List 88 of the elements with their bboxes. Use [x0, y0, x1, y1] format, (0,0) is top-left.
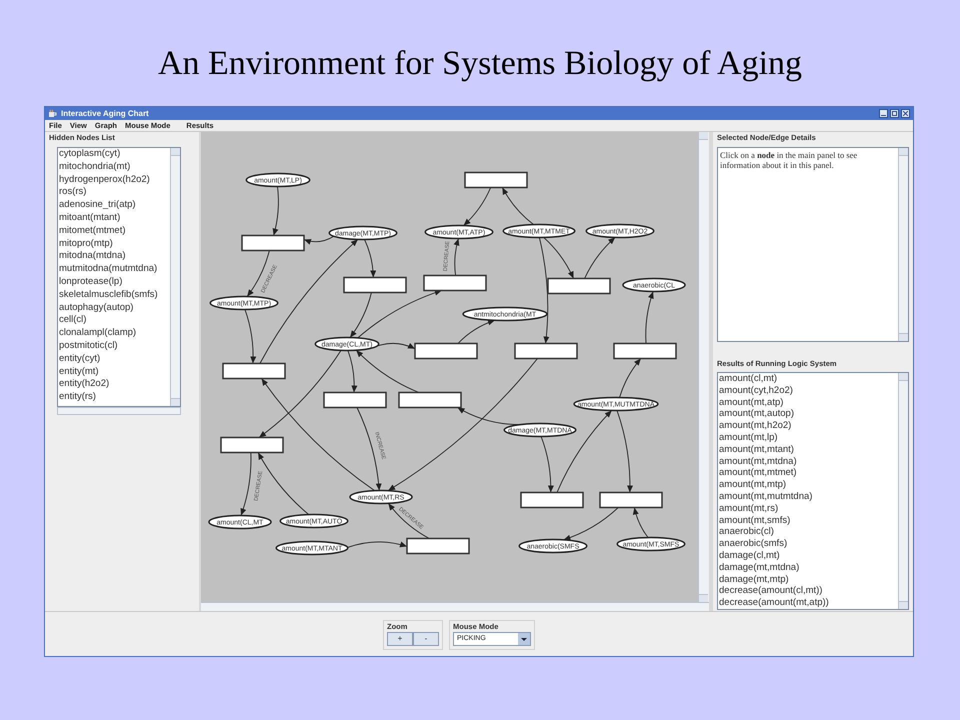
list-item[interactable]: adenosine_tri(atp) [58, 199, 170, 212]
list-item[interactable]: mitoant(mtant) [58, 212, 170, 225]
edge-arrow [454, 238, 460, 276]
list-item[interactable]: ros(rs) [58, 186, 170, 200]
list-item[interactable]: entity(cyt) [58, 352, 170, 366]
list-item[interactable]: cytoplasm(cyt) [58, 148, 170, 161]
edge-arrow [619, 358, 642, 398]
graph-node[interactable] [222, 362, 286, 380]
result-item[interactable]: damage(mt,mtdna) [718, 562, 898, 574]
graph-node[interactable] [220, 436, 284, 454]
slide-title: An Environment for Systems Biology of Aging [158, 44, 802, 84]
graph-node[interactable] [398, 392, 462, 408]
minimize-button[interactable] [879, 109, 888, 118]
scrollbar[interactable] [898, 373, 908, 609]
list-item[interactable]: lonprotease(lp) [58, 276, 170, 289]
zoom-out-button[interactable]: - [413, 632, 439, 646]
list-item[interactable]: autophagy(autop) [58, 302, 170, 314]
scrollbar[interactable] [898, 148, 908, 341]
result-item[interactable]: amount(cyt,h2o2) [718, 384, 898, 397]
list-item[interactable]: entity(rs) [58, 391, 170, 404]
graph-node[interactable] [547, 278, 611, 294]
edge-arrow [458, 320, 496, 344]
edge-arrow [364, 239, 376, 278]
edge-arrow [388, 502, 430, 539]
scrollbar[interactable] [698, 132, 708, 602]
list-item[interactable]: entity(h2o2) [58, 378, 170, 392]
list-item[interactable]: skeletalmusclefib(smfs) [58, 288, 170, 302]
list-item[interactable]: mitodna(mtdna) [58, 250, 170, 264]
result-item[interactable]: amount(mt,autop) [718, 408, 898, 420]
result-item[interactable]: amount(mt,h2o2) [718, 420, 898, 432]
graph-canvas[interactable] [201, 132, 698, 602]
edge-arrow [502, 187, 534, 226]
edge-arrow [584, 236, 616, 279]
maximize-button[interactable] [890, 109, 899, 118]
result-item[interactable]: anaerobic(smfs) [718, 538, 898, 550]
graph-node[interactable] [343, 276, 407, 294]
list-item[interactable]: mitochondria(mt) [58, 160, 170, 174]
result-item[interactable]: amount(mt,rs) [718, 502, 898, 515]
scrollbar[interactable] [170, 148, 180, 406]
graph-node[interactable] [514, 342, 578, 360]
scrollbar[interactable] [57, 407, 181, 415]
result-item[interactable]: amount(mt,mtdna) [718, 456, 898, 468]
edge-arrow [563, 507, 619, 540]
result-item[interactable]: amount(mt,mtmet) [718, 467, 898, 480]
edge-arrow [632, 507, 648, 538]
graph-node[interactable] [464, 172, 528, 188]
result-item[interactable]: damage(mt,mtp) [718, 574, 898, 586]
result-item[interactable]: amount(mt,mtp) [718, 479, 898, 491]
result-item[interactable]: amount(mt,mutmtdna) [718, 490, 898, 503]
graph-node[interactable] [241, 234, 305, 252]
list-item[interactable]: clonalampl(clamp) [58, 327, 170, 340]
details-text: Click on a node in the main panel to see information about it in this panel. [719, 149, 858, 172]
edge-arrow [540, 436, 554, 493]
list-item[interactable]: postmitotic(cl) [58, 340, 170, 353]
list-item[interactable]: mitomet(mtmet) [58, 224, 170, 238]
caret-icon [518, 633, 530, 646]
graph-node[interactable] [520, 492, 584, 508]
list-item[interactable]: mutmitodna(mutmtdna) [58, 263, 170, 276]
list-item[interactable]: cell(cl) [58, 314, 170, 328]
edge-arrow [244, 309, 256, 364]
graph-node[interactable] [323, 392, 387, 408]
edge-arrow [272, 186, 279, 236]
coffee-cup-icon [48, 109, 57, 118]
graph-node[interactable] [414, 342, 478, 360]
graph-node[interactable] [599, 492, 663, 508]
zoom-in-button[interactable]: + [387, 632, 413, 646]
scrollbar[interactable] [201, 602, 709, 611]
graph-node[interactable] [406, 538, 470, 554]
graph-node[interactable] [423, 274, 487, 292]
list-item[interactable]: hydrogenperox(h2o2) [58, 174, 170, 186]
edge-arrow [240, 452, 252, 516]
list-item[interactable]: mitopro(mtp) [58, 238, 170, 250]
result-item[interactable]: amount(mt,smfs) [718, 514, 898, 526]
edge-arrow [645, 291, 654, 344]
result-item[interactable]: damage(cl,mt) [718, 550, 898, 562]
result-item[interactable]: amount(cl,mt) [718, 373, 898, 385]
result-item[interactable]: amount(mt,mtant) [718, 444, 898, 456]
result-item[interactable]: decrease(amount(mt,atp)) [718, 597, 898, 609]
graph-node[interactable] [613, 342, 677, 360]
edge-arrow [463, 187, 492, 226]
result-item[interactable]: decrease(amount(cl,mt)) [718, 585, 898, 598]
close-button[interactable] [901, 109, 910, 118]
result-item[interactable]: amount(mt,lp) [718, 432, 898, 444]
result-item[interactable]: anaerobic(cl) [718, 526, 898, 538]
result-item[interactable]: amount(mt,atp) [718, 396, 898, 408]
window-title: Interactive Aging Chart [61, 108, 149, 120]
edge-arrow [347, 541, 408, 548]
list-item[interactable]: entity(mt) [58, 366, 170, 378]
